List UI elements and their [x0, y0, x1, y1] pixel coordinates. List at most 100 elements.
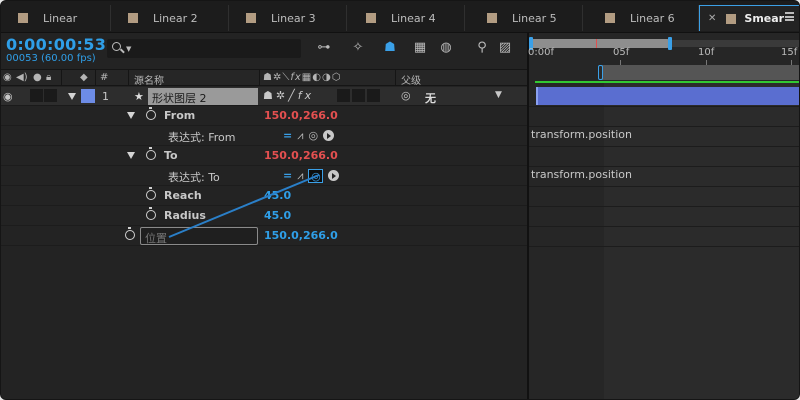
layer-expand-triangle[interactable] — [68, 93, 76, 100]
solo-switch[interactable] — [30, 89, 43, 102]
close-tab-icon[interactable]: ✕ — [708, 13, 716, 24]
time-ruler[interactable]: 0:00f 05f 10f 15f — [528, 47, 799, 66]
expand-triangle[interactable] — [127, 112, 135, 119]
property-row-to[interactable]: To 150.0,266.0 — [1, 146, 527, 166]
stopwatch-icon[interactable] — [146, 107, 156, 120]
source-name-header[interactable]: 源名称 — [134, 72, 164, 87]
graph-editor-icon[interactable]: ⚲ — [473, 39, 491, 57]
frame-blending-icon[interactable]: ▦ — [411, 39, 429, 57]
property-value[interactable]: 45.0 — [264, 189, 291, 202]
expression-text-to[interactable]: transform.position — [531, 168, 632, 181]
lock-icon: 🔒︎ — [46, 72, 52, 83]
composition-mini-flowchart-icon[interactable]: ⊶ — [315, 39, 333, 57]
property-value[interactable]: 150.0,266.0 — [264, 109, 338, 122]
expression-label: 表达式: To — [168, 171, 220, 184]
layer-label-color[interactable] — [81, 89, 95, 103]
expression-enable-icon[interactable]: = — [283, 169, 292, 183]
layer-column-header: ◉ ◀) ● 🔒︎ ◆ # 源名称 ☗✲⟍fx▦◐◑⬡ 父级 — [1, 69, 527, 87]
render-cache-bar — [535, 81, 799, 83]
tab-label: Linear 6 — [630, 11, 675, 25]
frame-count-display: 00053 (60.00 fps) — [6, 53, 96, 64]
timeline-beyond-work-area — [604, 83, 799, 399]
property-value[interactable]: 45.0 — [264, 209, 291, 222]
property-value[interactable]: 150.0,266.0 — [264, 149, 338, 162]
property-row-reach[interactable]: Reach 45.0 — [1, 186, 527, 206]
tab-linear-2[interactable]: Linear 2 — [111, 5, 229, 31]
motion-blur-switch[interactable] — [337, 89, 350, 102]
composition-color-swatch — [366, 13, 376, 23]
layer-name-field[interactable]: 形状图层 2 — [148, 88, 258, 105]
layer-row[interactable]: ◉ 1 ★ 形状图层 2 ☗✲╱fx ◎ 无 ▼ — [1, 87, 527, 106]
expression-language-menu-icon[interactable] — [323, 130, 335, 141]
property-name: From — [164, 109, 196, 122]
chevron-down-icon: ▼ — [495, 90, 502, 100]
position-name-field[interactable]: 位置 — [140, 227, 258, 245]
work-area-bar[interactable] — [529, 65, 799, 81]
tab-label: Linear 4 — [391, 11, 436, 25]
tab-linear[interactable]: Linear — [1, 5, 111, 31]
layer-duration-bar[interactable] — [536, 87, 799, 105]
shape-layer-star-icon: ★ — [134, 90, 144, 103]
search-field[interactable]: ▼ — [107, 39, 301, 58]
solo-icon: ● — [33, 72, 42, 83]
parent-header: 父级 — [401, 76, 421, 87]
layer-switches-header-icons: ☗✲⟍fx▦◐◑⬡ — [263, 72, 342, 83]
tab-smear[interactable]: ✕ Smear — [699, 5, 799, 31]
expression-enable-icon[interactable]: = — [283, 129, 292, 143]
parent-select[interactable]: ◎ 无 ▼ — [395, 88, 513, 105]
after-effects-timeline-window: Linear Linear 2 Linear 3 Linear 4 Linear… — [0, 0, 800, 400]
stopwatch-icon[interactable] — [146, 147, 156, 160]
composition-color-swatch — [726, 13, 737, 24]
stopwatch-icon[interactable] — [125, 227, 135, 240]
tab-label: Linear 2 — [153, 11, 198, 25]
search-icon — [112, 42, 121, 51]
property-name: To — [164, 149, 178, 162]
composition-color-swatch — [487, 13, 497, 23]
lock-switch[interactable] — [44, 89, 57, 102]
panel-menu-icon[interactable] — [785, 12, 794, 21]
pickwhip-icon[interactable]: ◎ — [308, 129, 318, 143]
composition-color-swatch — [128, 13, 138, 23]
property-value[interactable]: 150.0,266.0 — [264, 229, 338, 242]
motion-blur-icon[interactable]: ◍ — [437, 39, 455, 57]
parent-value: 无 — [425, 92, 436, 105]
tab-label: Smear — [744, 12, 785, 25]
layer-index: 1 — [102, 90, 109, 103]
tab-linear-5[interactable]: Linear 5 — [465, 5, 583, 31]
work-area-range[interactable] — [599, 65, 799, 80]
stopwatch-icon[interactable] — [146, 207, 156, 220]
pickwhip-icon-active[interactable]: ◎ — [308, 168, 324, 183]
property-row-position[interactable]: 位置 150.0,266.0 — [1, 226, 527, 246]
draft-3d-icon[interactable]: ✧ — [349, 39, 367, 57]
eye-icon[interactable]: ◉ — [3, 90, 13, 103]
adjustment-switch[interactable] — [352, 89, 365, 102]
label-tag-icon: ◆ — [80, 72, 88, 83]
property-name: Reach — [164, 189, 202, 202]
tab-label: Linear 3 — [271, 11, 316, 25]
expression-label: 表达式: From — [168, 131, 236, 144]
tab-linear-3[interactable]: Linear 3 — [229, 5, 347, 31]
expand-triangle[interactable] — [127, 152, 135, 159]
keyframe-graph-icon[interactable]: ▨ — [496, 39, 514, 57]
expression-text-from[interactable]: transform.position — [531, 128, 632, 141]
hide-shy-layers-icon[interactable]: ☗ — [381, 39, 399, 57]
expression-language-menu-icon[interactable] — [328, 170, 340, 181]
expression-row-from: 表达式: From = ⩘ ◎ — [1, 126, 527, 146]
3d-layer-switch[interactable] — [367, 89, 380, 102]
composition-tab-bar: Linear Linear 2 Linear 3 Linear 4 Linear… — [1, 1, 799, 33]
layer-switches[interactable]: ☗✲╱fx — [263, 89, 314, 102]
current-time-display[interactable]: 0:00:00:53 — [6, 35, 106, 54]
property-row-radius[interactable]: Radius 45.0 — [1, 206, 527, 226]
composition-color-swatch — [246, 13, 256, 23]
pickwhip-spiral-icon[interactable]: ◎ — [401, 89, 411, 102]
graph-icon[interactable]: ⩘ — [297, 129, 303, 143]
current-time-indicator-handle[interactable] — [598, 65, 603, 80]
graph-icon[interactable]: ⩘ — [297, 169, 303, 183]
property-name: Radius — [164, 209, 206, 222]
tab-label: Linear 5 — [512, 11, 557, 25]
ruler-tick-label: 05f — [613, 47, 630, 58]
stopwatch-icon[interactable] — [146, 187, 156, 200]
tab-linear-4[interactable]: Linear 4 — [347, 5, 465, 31]
property-row-from[interactable]: From 150.0,266.0 — [1, 106, 527, 126]
tab-linear-6[interactable]: Linear 6 — [583, 5, 699, 31]
